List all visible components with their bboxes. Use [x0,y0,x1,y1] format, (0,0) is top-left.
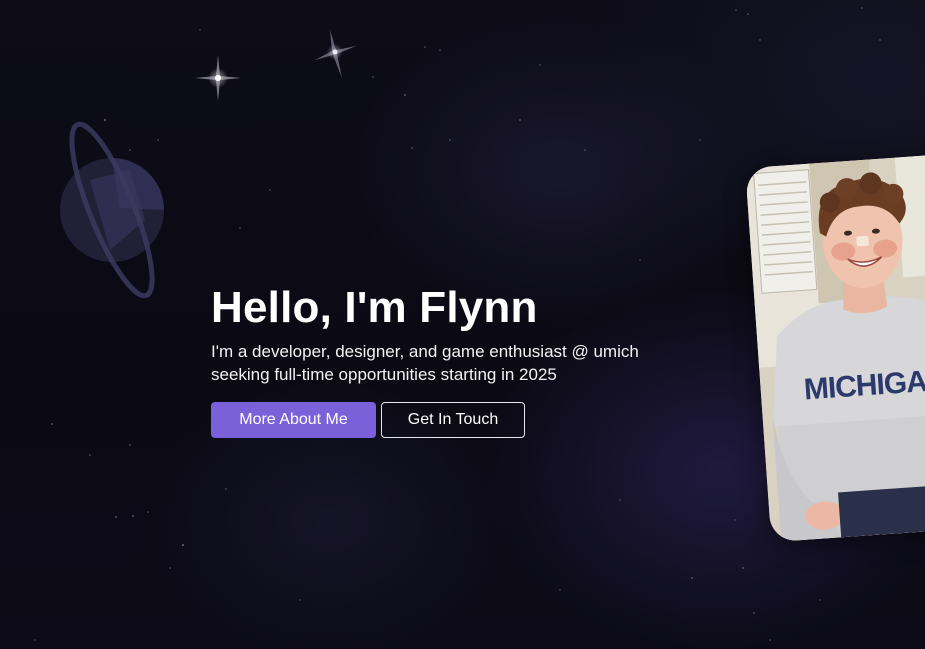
hero-tagline: I'm a developer, designer, and game enth… [211,340,671,386]
profile-photo-illustration: MICHIGAN [745,152,925,543]
profile-photo: MICHIGAN [745,152,925,543]
more-about-me-button[interactable]: More About Me [211,402,376,438]
page-title: Hello, I'm Flynn [211,283,538,332]
sparkle-icon [195,55,241,101]
hero-content: Hello, I'm Flynn I'm a developer, design… [211,282,671,438]
get-in-touch-button[interactable]: Get In Touch [381,402,525,438]
tagline-line-2: seeking full-time opportunities starting… [211,365,557,384]
planet-icon [60,121,164,299]
hero-section: Hello, I'm Flynn I'm a developer, design… [0,0,925,649]
hero-buttons: More About Me Get In Touch [211,402,671,438]
sparkle-icon [315,30,356,78]
tagline-line-1: I'm a developer, designer, and game enth… [211,342,639,361]
